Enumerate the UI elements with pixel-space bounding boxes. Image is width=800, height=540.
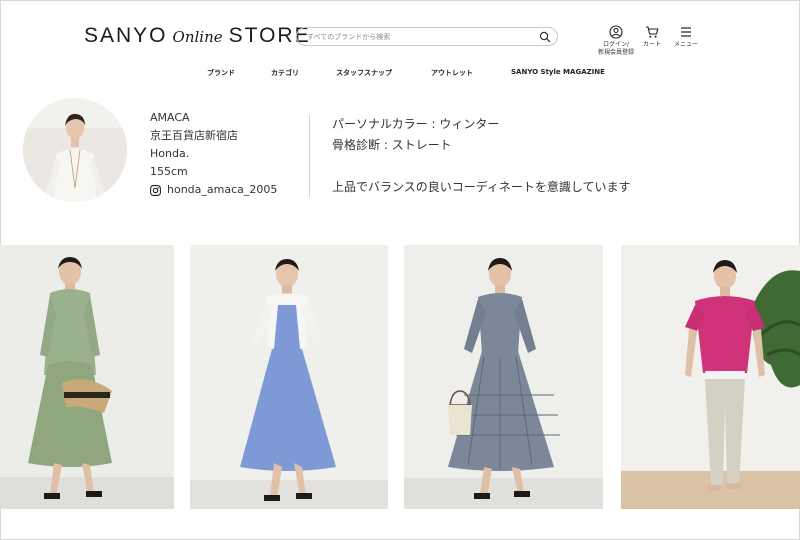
hamburger-icon (681, 27, 691, 37)
profile-height: 155cm (150, 165, 188, 178)
cart-button[interactable]: カート (643, 25, 661, 49)
profile-brand: AMACA (150, 111, 190, 124)
snap-photo-4[interactable] (621, 245, 800, 509)
logo-word-online: Online (172, 28, 223, 46)
staff-avatar (23, 98, 127, 202)
snap-photo-1[interactable] (0, 245, 174, 509)
cart-icon (646, 26, 659, 38)
instagram-link[interactable]: honda_amaca_2005 (150, 181, 277, 199)
logo-word-sanyo: SANYO (84, 24, 168, 47)
profile-store: 京王百貨店新宿店 (150, 129, 238, 142)
login-label-line1: ログイン/ (602, 41, 630, 48)
instagram-handle: honda_amaca_2005 (167, 183, 278, 196)
body-type: 骨格診断 : ストレート (332, 138, 452, 152)
menu-button[interactable]: メニュー (674, 25, 698, 49)
staff-comment: 上品でバランスの良いコーディネートを意識しています (332, 180, 631, 194)
nav-item-staff-snap[interactable]: スタッフスナップ (336, 68, 392, 78)
user-icon (609, 25, 623, 39)
login-label: ログイン/ 新規会員登録 (598, 41, 634, 57)
main-nav: ブランド カテゴリ スタッフスナップ アウトレット SANYO Style MA… (0, 68, 800, 80)
search-icon[interactable] (539, 31, 551, 43)
personal-color: パーソナルカラー : ウィンター (332, 117, 500, 131)
instagram-icon (150, 184, 161, 196)
profile-name: Honda. (150, 147, 190, 160)
profile-description: パーソナルカラー : ウィンター 骨格診断 : ストレート 上品でバランスの良い… (332, 114, 631, 198)
snap-photo-2[interactable] (190, 245, 388, 509)
cart-label: カート (643, 41, 662, 48)
site-logo[interactable]: SANYO Online STORE (84, 24, 311, 50)
snap-photo-3[interactable] (404, 245, 603, 509)
login-button[interactable]: ログイン/ 新規会員登録 (598, 25, 634, 57)
login-label-line2: 新規会員登録 (598, 49, 635, 56)
profile-info: AMACA 京王百貨店新宿店 Honda. 155cm honda_amaca_… (150, 109, 277, 199)
nav-item-outlet[interactable]: アウトレット (431, 68, 473, 78)
menu-label: メニュー (674, 41, 699, 48)
nav-item-category[interactable]: カテゴリ (271, 68, 299, 78)
search-box (296, 27, 558, 46)
search-input[interactable] (307, 32, 532, 41)
nav-item-brand[interactable]: ブランド (207, 68, 235, 78)
nav-item-magazine[interactable]: SANYO Style MAGAZINE (511, 68, 605, 76)
profile-divider (309, 115, 310, 197)
